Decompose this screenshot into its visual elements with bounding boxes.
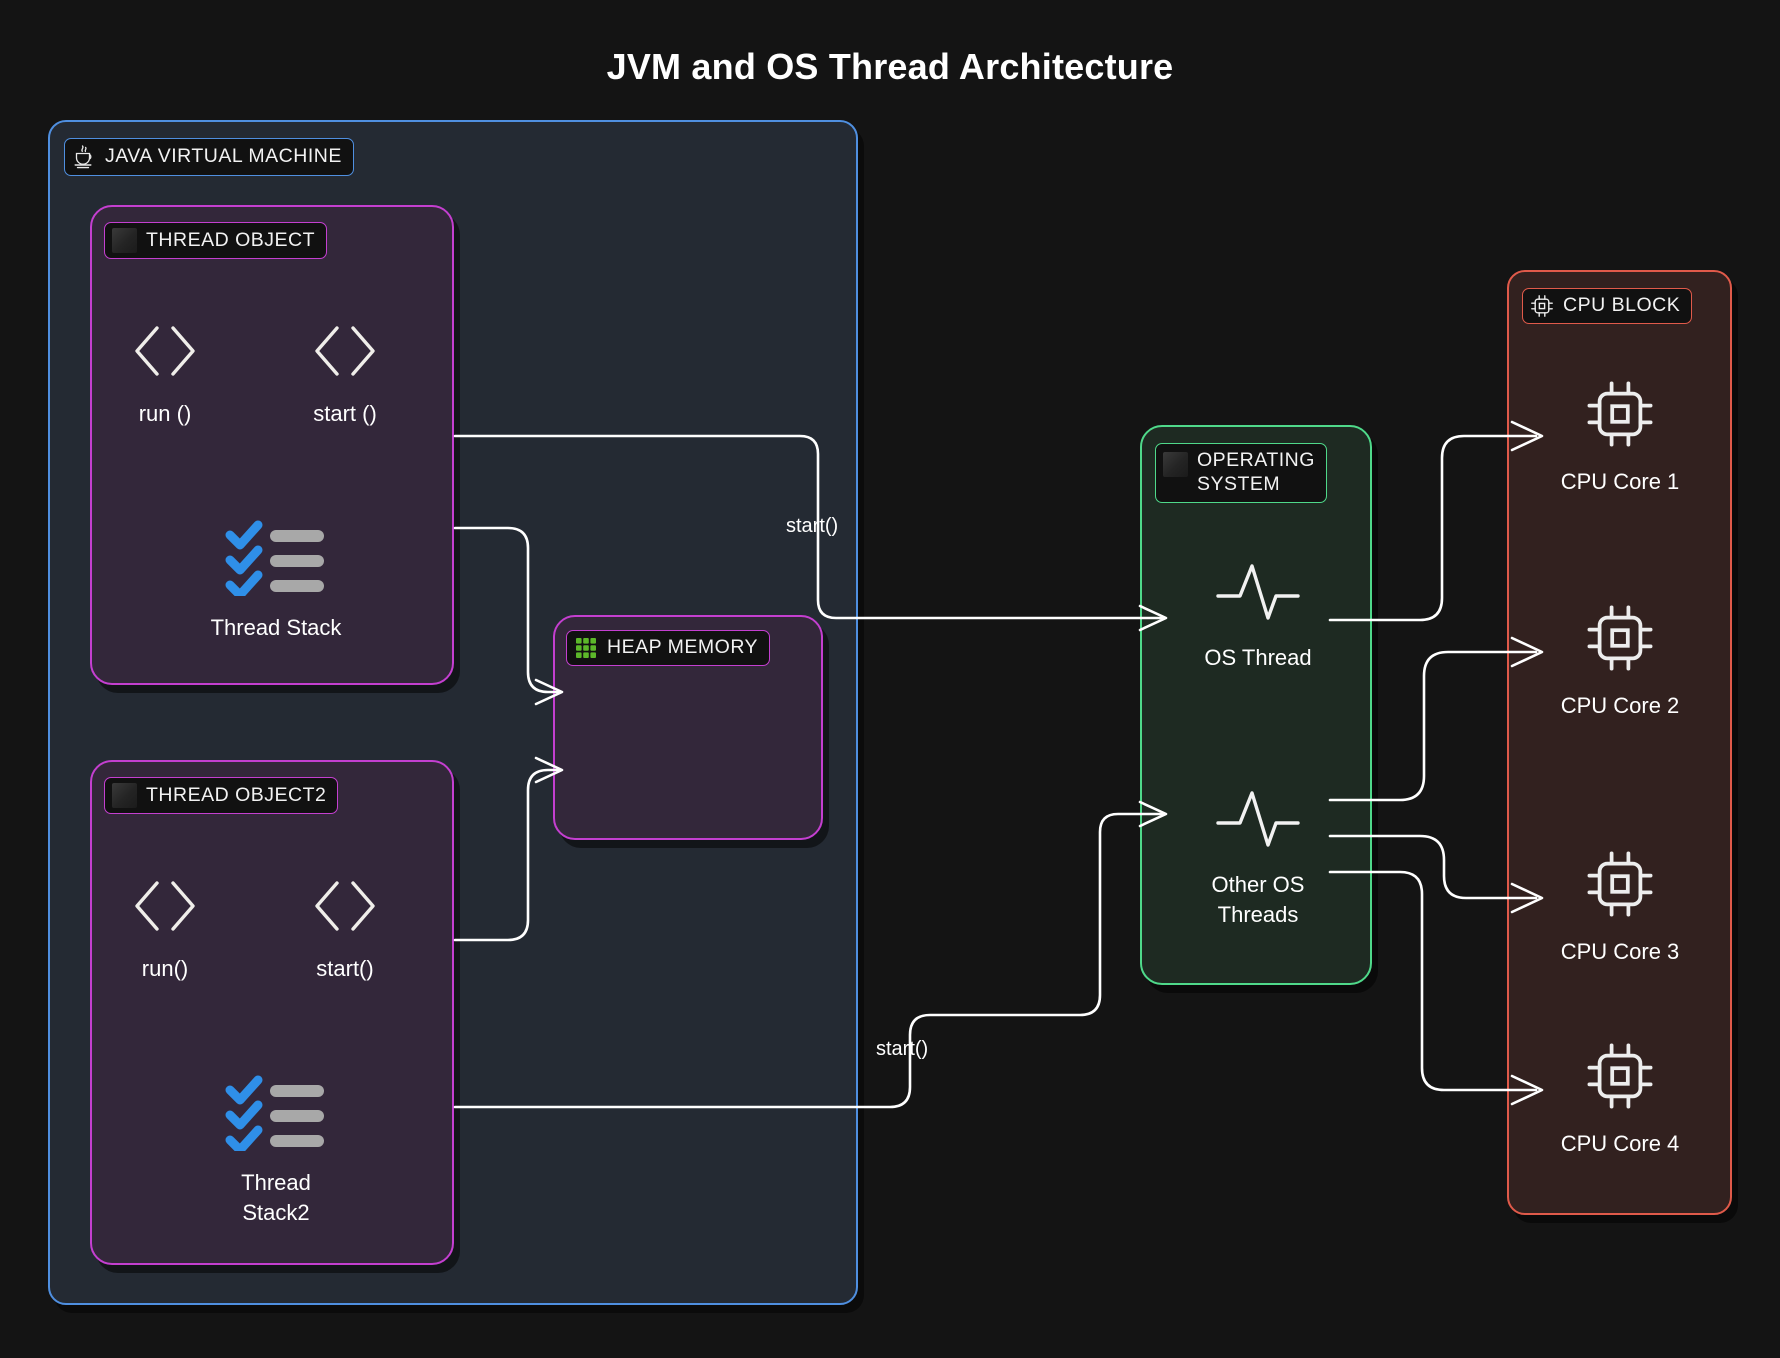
dark-square-icon — [112, 783, 137, 808]
cpu-block-label-chip[interactable]: CPU BLOCK — [1522, 288, 1693, 324]
thread-object-2-label-chip[interactable]: THREAD OBJECT2 — [104, 777, 339, 814]
thread-1-method-start[interactable]: start () — [290, 320, 400, 429]
pulse-wave-icon — [1216, 791, 1300, 847]
cpu-chip-icon — [1531, 295, 1553, 317]
thread-1-method-run-label: run () — [138, 401, 192, 426]
heap-memory-label-chip[interactable]: HEAP MEMORY — [566, 630, 771, 666]
pulse-wave-icon — [1216, 564, 1300, 620]
checklist-icon — [225, 520, 324, 600]
operating-system-label: OPERATING SYSTEM — [1197, 449, 1315, 495]
thread-object-1-label-chip[interactable]: THREAD OBJECT — [104, 222, 328, 259]
cpu-core-1-label: CPU Core 1 — [1560, 469, 1680, 494]
page-title: JVM and OS Thread Architecture — [606, 46, 1174, 87]
thread-1-stack[interactable]: Thread Stack — [196, 520, 356, 643]
cpu-core-2-label: CPU Core 2 — [1560, 693, 1680, 718]
green-grid-icon — [576, 638, 596, 658]
cpu-chip-icon — [1587, 851, 1653, 917]
cpu-core-2-node[interactable]: CPU Core 2 — [1540, 602, 1700, 721]
operating-system-label-chip[interactable]: OPERATING SYSTEM — [1155, 443, 1327, 503]
cpu-core-1-node[interactable]: CPU Core 1 — [1540, 378, 1700, 497]
checklist-icon — [225, 1075, 324, 1155]
cpu-chip-icon — [1587, 381, 1653, 447]
thread-1-stack-label: Thread Stack — [210, 615, 342, 640]
thread-object-2-label: THREAD OBJECT2 — [146, 783, 327, 806]
os-thread-label: OS Thread — [1204, 645, 1312, 670]
code-brackets-icon — [315, 326, 375, 376]
thread-2-method-start[interactable]: start() — [290, 875, 400, 984]
cpu-block-label: CPU BLOCK — [1563, 294, 1681, 317]
code-brackets-icon — [315, 881, 375, 931]
java-cup-icon — [74, 145, 92, 169]
thread-object-1-label: THREAD OBJECT — [146, 228, 316, 251]
cpu-core-3-node[interactable]: CPU Core 3 — [1540, 848, 1700, 967]
dark-square-icon — [112, 228, 137, 253]
thread-2-stack[interactable]: Thread Stack2 — [196, 1075, 356, 1227]
cpu-core-4-label: CPU Core 4 — [1560, 1131, 1680, 1156]
cpu-chip-icon — [1587, 1043, 1653, 1109]
jvm-label: JAVA VIRTUAL MACHINE — [105, 145, 342, 168]
cpu-chip-icon — [1587, 605, 1653, 671]
thread-2-method-start-label: start() — [316, 956, 374, 981]
os-thread-node[interactable]: OS Thread — [1178, 558, 1338, 673]
edge-label-start-2: start() — [876, 1038, 929, 1060]
other-os-threads-label: Other OS Threads — [1211, 872, 1305, 927]
jvm-label-chip[interactable]: JAVA VIRTUAL MACHINE — [64, 138, 354, 176]
edge-label-start-1: start() — [786, 515, 839, 537]
thread-2-method-run-label: run() — [141, 956, 189, 981]
cpu-core-3-label: CPU Core 3 — [1560, 939, 1680, 964]
code-brackets-icon — [135, 326, 195, 376]
thread-1-method-run[interactable]: run () — [110, 320, 220, 429]
code-brackets-icon — [135, 881, 195, 931]
other-os-threads-node[interactable]: Other OS Threads — [1178, 785, 1338, 929]
thread-2-stack-label: Thread Stack2 — [241, 1170, 311, 1225]
thread-1-method-start-label: start () — [313, 401, 377, 426]
thread-2-method-run[interactable]: run() — [110, 875, 220, 984]
cpu-core-4-node[interactable]: CPU Core 4 — [1540, 1040, 1700, 1159]
dark-square-icon — [1163, 452, 1188, 477]
heap-memory-label: HEAP MEMORY — [607, 636, 759, 659]
